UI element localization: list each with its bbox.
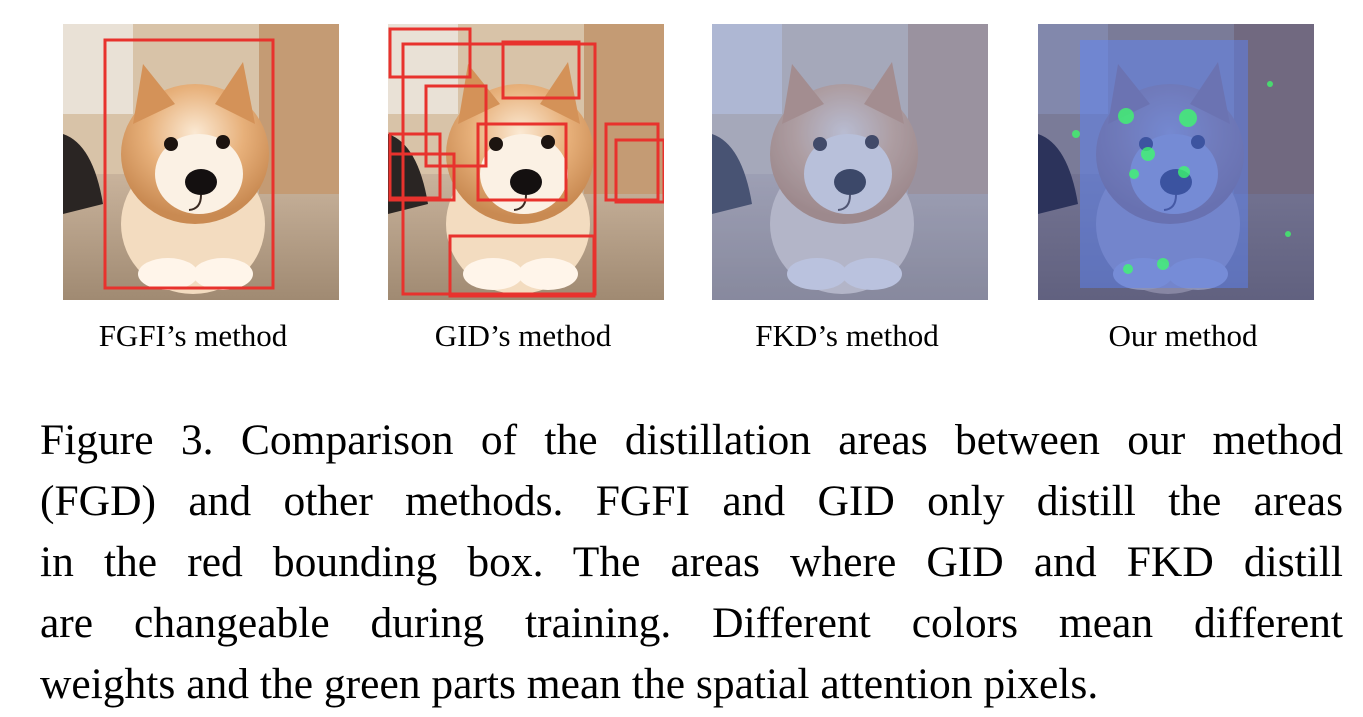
figure-caption: Figure 3. Comparison of the distillation… [40,410,1343,715]
panel-gid-image [388,24,664,300]
panel-label-ours: Our method [1108,318,1258,353]
panel-label-fkd: FKD’s method [755,318,939,353]
caption-line-1: Figure 3. Comparison of the distillation… [40,416,1343,464]
dog-photo-fkd [712,24,988,300]
panel-label-fgfi: FGFI’s method [98,318,288,353]
caption-line-4: are changeable during training. Differen… [40,599,1343,647]
panel-label-gid: GID’s method [434,318,612,353]
panel-our-image [1038,24,1314,300]
panel-fgfi-image [63,24,339,300]
panel-fkd-image [712,24,988,300]
caption-line-2: (FGD) and other methods. FGFI and GID on… [40,477,1343,525]
dog-photo-fgfi [63,24,339,300]
dog-photo-gid [388,24,664,300]
caption-line-5: weights and the green parts mean the spa… [40,660,1099,708]
caption-line-3: in the red bounding box. The areas where… [40,538,1343,586]
dog-photo-ours [1038,24,1314,300]
attention-region [1080,40,1248,288]
